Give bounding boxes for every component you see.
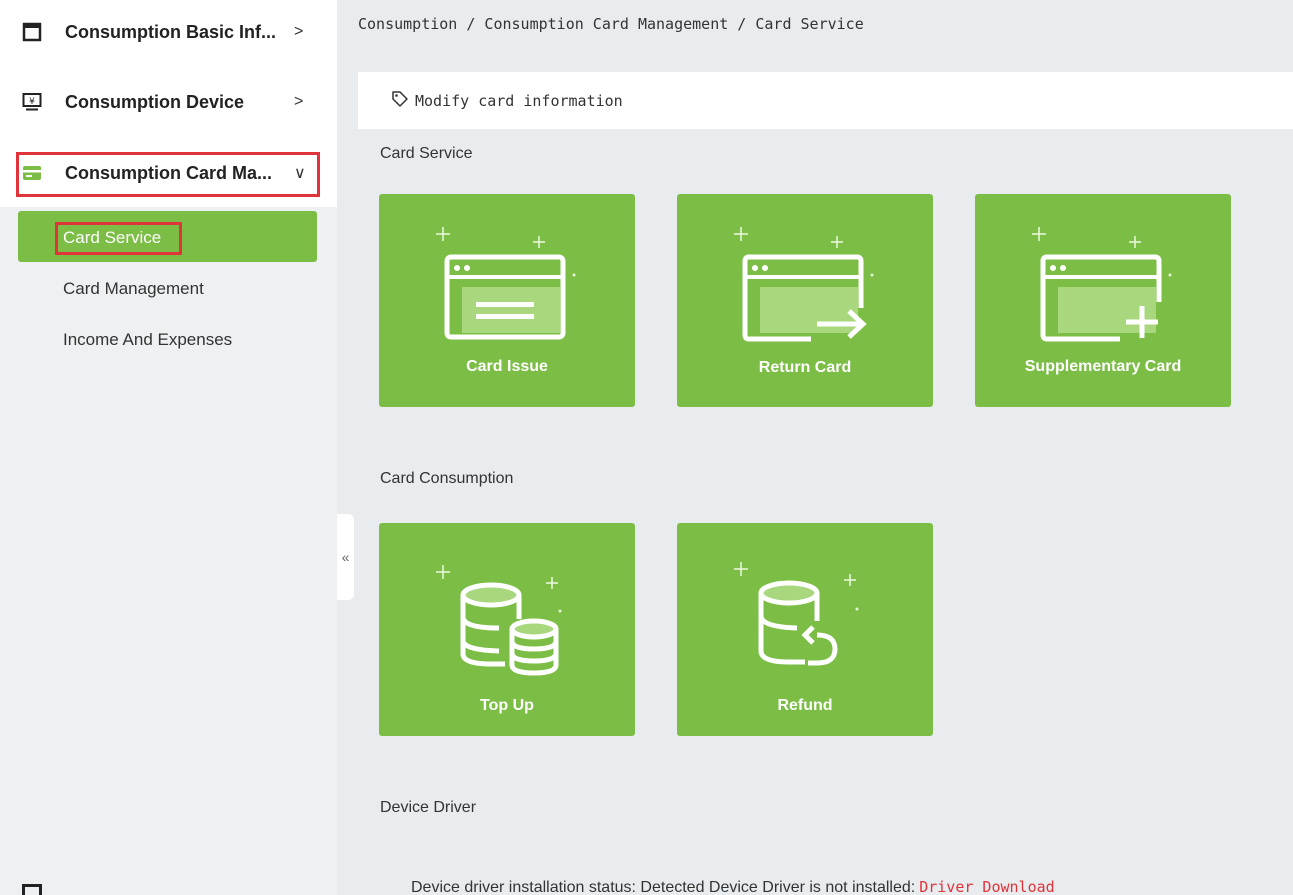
- refund-tile[interactable]: Refund: [677, 523, 933, 736]
- menu-consumption-device[interactable]: ¥ Consumption Device >: [0, 77, 337, 127]
- section-title-card-consumption: Card Consumption: [380, 470, 514, 487]
- supplementary-card-tile[interactable]: Supplementary Card: [975, 194, 1231, 407]
- section-title-device-driver: Device Driver: [380, 799, 477, 816]
- monitor-yuan-icon: ¥: [22, 92, 42, 112]
- window-icon[interactable]: [22, 884, 42, 895]
- return-card-tile[interactable]: Return Card: [677, 194, 933, 407]
- highlight-box: [55, 222, 182, 255]
- driver-status-text: Device driver installation status: Detec…: [411, 879, 916, 895]
- svg-text:¥: ¥: [29, 97, 35, 107]
- menu-consumption-basic-info[interactable]: Consumption Basic Inf... >: [0, 7, 337, 57]
- tile-label: Card Issue: [466, 358, 548, 375]
- tag-icon: [391, 90, 409, 112]
- sidebar: Consumption Basic Inf... > ¥ Consumption…: [0, 0, 337, 895]
- top-up-tile[interactable]: Top Up: [379, 523, 635, 736]
- section-title-card-service: Card Service: [380, 145, 473, 162]
- tile-label: Refund: [777, 697, 833, 714]
- submenu-background: [0, 207, 337, 895]
- card-issue-tile[interactable]: Card Issue: [379, 194, 635, 407]
- collapse-sidebar-button[interactable]: «: [337, 514, 354, 600]
- sidebar-item-income-and-expenses[interactable]: Income And Expenses: [63, 330, 232, 350]
- modify-card-label: Modify card information: [415, 92, 623, 110]
- chevron-right-icon: >: [294, 93, 304, 110]
- driver-download-link[interactable]: Driver Download: [919, 878, 1054, 895]
- driver-status-row: Device driver installation status: Detec…: [411, 878, 1055, 895]
- highlight-box: [16, 152, 320, 197]
- tile-label: Top Up: [480, 697, 534, 714]
- tile-label: Return Card: [758, 359, 852, 376]
- chevron-right-icon: >: [294, 23, 304, 40]
- tile-label: Supplementary Card: [1024, 358, 1182, 375]
- menu-label: Consumption Basic Inf...: [65, 21, 277, 42]
- sidebar-item-card-management[interactable]: Card Management: [63, 279, 204, 299]
- modify-card-information-button[interactable]: Modify card information: [391, 90, 623, 112]
- window-icon: [22, 22, 42, 42]
- breadcrumb: Consumption / Consumption Card Managemen…: [358, 15, 864, 33]
- menu-label: Consumption Device: [65, 91, 245, 112]
